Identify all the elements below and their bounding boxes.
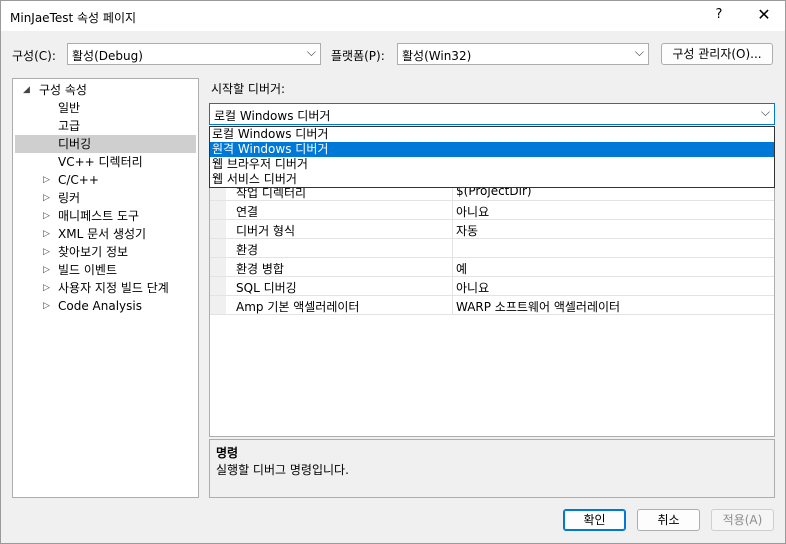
property-name: 환경 병합 [236,262,284,276]
tree-item[interactable]: ▷ Code Analysis [15,297,196,315]
tree-item-label: 일반 [58,101,81,115]
config-value: 활성(Debug) [72,49,143,63]
property-row[interactable]: Amp 기본 액셀러레이터 WARP 소프트웨어 액셀러레이터 [210,296,774,315]
description-title: 명령 [216,446,239,460]
tree-item[interactable]: VC++ 디렉터리 [15,153,196,171]
tree-item-label: 링커 [58,191,81,205]
tree-item[interactable]: ◢ 구성 속성 [15,81,196,99]
tree-item-label: 사용자 지정 빌드 단계 [58,281,169,295]
platform-select[interactable]: 활성(Win32) ⌵ [397,43,649,65]
description-panel: 명령 실행할 디버그 명령입니다. [209,439,775,498]
debugger-option[interactable]: 웹 서비스 디버거 [210,172,774,187]
tree-item-label: 매니페스트 도구 [58,209,140,223]
row-gutter [210,220,226,238]
expand-arrow-icon[interactable]: ▷ [43,189,50,207]
debugger-label: 시작할 디버거: [211,82,286,96]
tree-item[interactable]: 일반 [15,99,196,117]
config-label: 구성(C): [12,49,56,63]
expand-arrow-icon[interactable]: ▷ [43,279,50,297]
row-gutter [210,239,226,257]
ok-button[interactable]: 확인 [563,509,626,531]
tree-item[interactable]: ▷ 찾아보기 정보 [15,243,196,261]
collapse-arrow-icon[interactable]: ◢ [23,81,30,99]
tree-item[interactable]: ▷ XML 문서 생성기 [15,225,196,243]
tree-item[interactable]: ▷ 링커 [15,189,196,207]
tree-item-label: 찾아보기 정보 [58,245,129,259]
column-divider [452,201,453,219]
column-divider [452,239,453,257]
tree-item[interactable]: ▷ 빌드 이벤트 [15,261,196,279]
tree-item-label: 구성 속성 [39,83,87,97]
property-value[interactable]: 아니요 [456,203,489,220]
property-value[interactable]: WARP 소프트웨어 액셀러레이터 [456,298,620,315]
property-row[interactable]: 연결 아니요 [210,201,774,220]
column-divider [452,277,453,295]
property-name: 디버거 형식 [236,224,296,238]
help-icon[interactable]: ? [709,7,729,22]
tree-item[interactable]: ▷ 사용자 지정 빌드 단계 [15,279,196,297]
property-tree[interactable]: ◢ 구성 속성일반고급디버깅 VC++ 디렉터리 ▷ C/C++ ▷ 링커 ▷ 매니페스트 도구… [12,78,199,498]
expand-arrow-icon[interactable]: ▷ [43,261,50,279]
row-gutter [210,277,226,295]
expand-arrow-icon[interactable]: ▷ [43,297,50,315]
tree-item-label: 디버깅 [58,137,92,151]
property-value[interactable]: 자동 [456,222,478,239]
property-row[interactable]: 환경 병합 예 [210,258,774,277]
tree-item-label: 빌드 이벤트 [58,263,118,277]
column-divider [452,296,453,314]
debugger-option[interactable]: 웹 브라우저 디버거 [210,157,774,172]
row-gutter [210,296,226,314]
config-manager-button[interactable]: 구성 관리자(O)... [661,43,773,65]
debugger-option[interactable]: 로컬 Windows 디버거 [210,127,774,142]
column-divider [452,220,453,238]
property-name: 환경 [236,243,259,257]
description-text: 실행할 디버그 명령입니다. [216,463,349,477]
window-title: MinJaeTest 속성 페이지 [10,11,137,25]
platform-label: 플랫폼(P): [331,49,385,63]
expand-arrow-icon[interactable]: ▷ [43,243,50,261]
cancel-button[interactable]: 취소 [637,509,700,531]
tree-item[interactable]: ▷ 매니페스트 도구 [15,207,196,225]
debugger-dropdown-list[interactable]: 로컬 Windows 디버거 원격 Windows 디버거 웹 브라우저 디버거 웹 … [209,126,775,188]
debugger-value: 로컬 Windows 디버거 [214,109,331,123]
config-select[interactable]: 활성(Debug) ⌵ [67,43,321,65]
tree-item-label: C/C++ [58,173,99,187]
tree-item-label: VC++ 디렉터리 [58,155,143,169]
debugger-select[interactable]: 로컬 Windows 디버거 ⌵ [209,103,775,125]
property-row[interactable]: 디버거 형식 자동 [210,220,774,239]
tree-item[interactable]: ▷ C/C++ [15,171,196,189]
chevron-down-icon: ⌵ [760,105,770,119]
platform-value: 활성(Win32) [402,49,472,63]
tree-item[interactable]: 디버깅 [15,135,196,153]
expand-arrow-icon[interactable]: ▷ [43,207,50,225]
tree-item-label: Code Analysis [58,299,142,313]
property-name: 연결 [236,205,259,219]
chevron-down-icon: ⌵ [634,45,644,59]
debugger-option[interactable]: 원격 Windows 디버거 [210,142,774,157]
property-name: SQL 디버깅 [236,281,297,295]
close-icon[interactable]: ✕ [753,5,775,24]
tree-item-label: 고급 [58,119,81,133]
property-name: Amp 기본 액셀러레이터 [236,300,360,314]
property-value[interactable]: 예 [456,260,467,277]
property-row[interactable]: 환경 [210,239,774,258]
apply-button[interactable]: 적용(A) [711,509,774,531]
property-row[interactable]: SQL 디버깅 아니요 [210,277,774,296]
column-divider [452,258,453,276]
tree-item-label: XML 문서 생성기 [58,227,147,241]
title-bar: MinJaeTest 속성 페이지 ? ✕ [1,1,785,31]
tree-item[interactable]: 고급 [15,117,196,135]
row-gutter [210,201,226,219]
expand-arrow-icon[interactable]: ▷ [43,171,50,189]
expand-arrow-icon[interactable]: ▷ [43,225,50,243]
property-value[interactable]: 아니요 [456,279,489,296]
property-pages-window: MinJaeTest 속성 페이지 ? ✕ 구성(C): 활성(Debug) ⌵… [0,0,786,544]
row-gutter [210,258,226,276]
chevron-down-icon: ⌵ [306,45,316,59]
